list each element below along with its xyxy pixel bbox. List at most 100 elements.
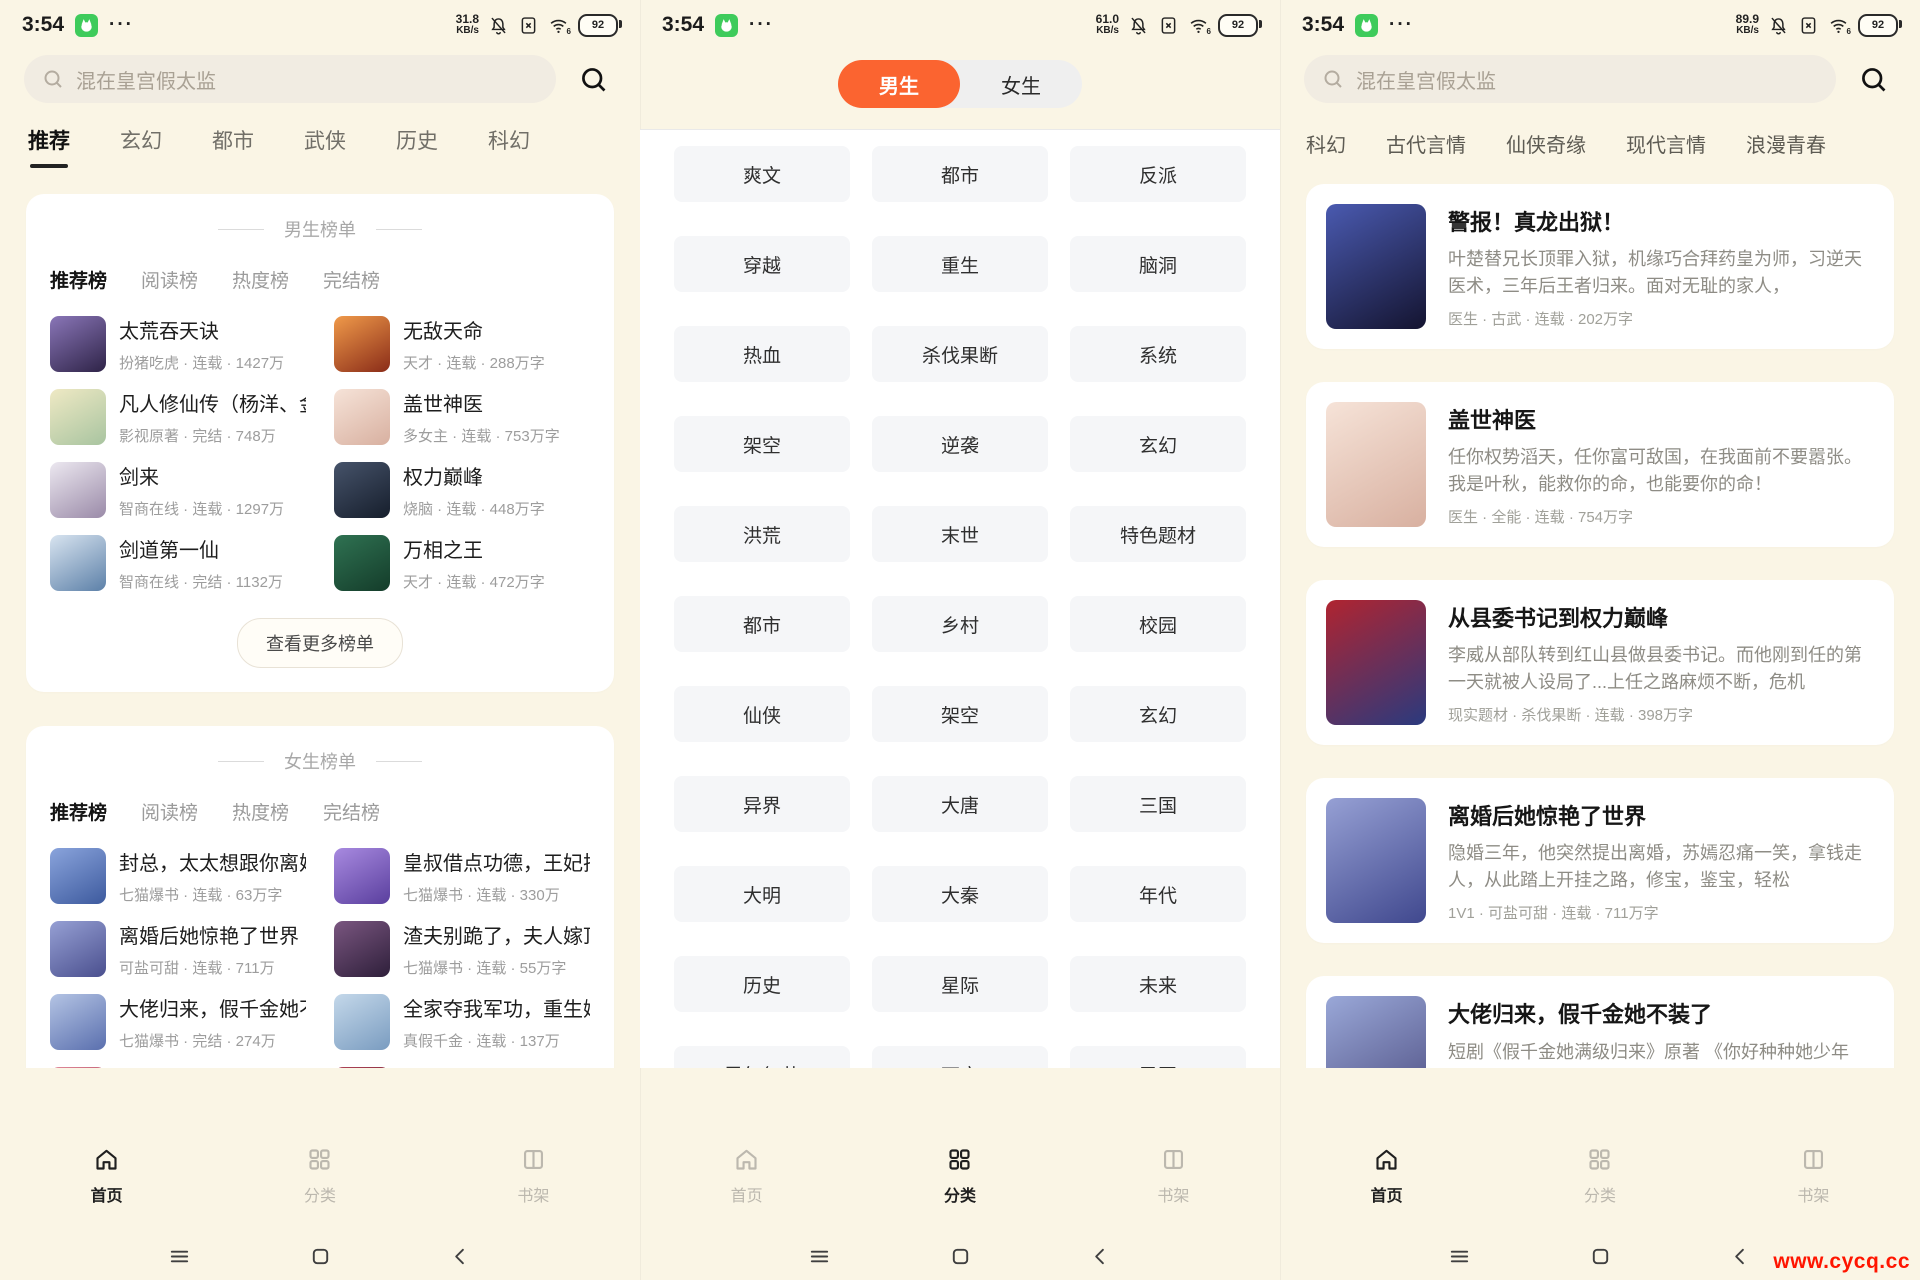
book-list-item[interactable]: 凡人修仙传（杨洋、金 影视原著 · 完结 · 748万 [50,388,306,446]
category-chip[interactable]: 西方 [872,1046,1048,1068]
category-chip[interactable]: 异界 [674,776,850,832]
category-chip[interactable]: 反派 [1070,146,1246,202]
tab-youth-romance[interactable]: 浪漫青春 [1746,129,1826,158]
feed-book-card[interactable]: 大佬归来，假千金她不装了 短剧《假千金她满级归来》原著 《你好种种她少年 [1306,976,1894,1068]
category-chip[interactable]: 末世 [872,506,1048,562]
tab-wuxia[interactable]: 武侠 [304,125,346,168]
rank-tab-finished[interactable]: 完结榜 [323,798,380,825]
book-list-item[interactable]: 封总，太太想跟你离婚 七猫爆书 · 连载 · 63万字 [50,847,306,905]
tab-modern-romance[interactable]: 现代言情 [1626,129,1706,158]
rank-tab-reading[interactable]: 阅读榜 [141,798,198,825]
rank-tab-recommend[interactable]: 推荐榜 [50,266,107,293]
feed-book-card[interactable]: 离婚后她惊艳了世界 隐婚三年，他突然提出离婚，苏嫣忍痛一笑，拿钱走人，从此踏上开… [1306,778,1894,943]
book-list-item[interactable]: 离婚后她惊艳了世界 可盐可甜 · 连载 · 711万 [50,920,306,978]
book-list-item[interactable]: 剑道第一仙 智商在线 · 完结 · 1132万 [50,534,306,592]
tab-scifi[interactable]: 科幻 [488,125,530,168]
category-chip[interactable]: 脑洞 [1070,236,1246,292]
category-chip[interactable]: 穿越 [674,236,850,292]
back-icon[interactable] [1729,1245,1752,1268]
tab-history[interactable]: 历史 [396,125,438,168]
nav-category[interactable]: 分类 [1493,1146,1706,1232]
book-list-item[interactable]: 全家夺我军功，重生嫡 真假千金 · 连载 · 137万 [334,993,590,1051]
rank-tab-hot[interactable]: 热度榜 [232,266,289,293]
recents-menu-icon[interactable] [808,1245,831,1268]
category-chip[interactable]: 特色题材 [1070,506,1246,562]
feed-book-card[interactable]: 从县委书记到权力巅峰 李威从部队转到红山县做县委书记。而他刚到任的第一天就被人设… [1306,580,1894,745]
search-input[interactable]: 混在皇宫假太监 [1304,55,1836,103]
nav-bookshelf[interactable]: 书架 [1067,1146,1280,1232]
tab-fantasy[interactable]: 玄幻 [120,125,162,168]
book-cover [334,848,390,904]
book-meta: 医生 · 古武 · 连载 · 202万字 [1448,311,1634,329]
feed-book-card[interactable]: 警报！真龙出狱！ 叶楚替兄长顶罪入狱，机缘巧合拜药皇为师，习逆天医术，三年后王者… [1306,184,1894,349]
category-chip[interactable]: 爽文 [674,146,850,202]
rank-tab-finished[interactable]: 完结榜 [323,266,380,293]
category-chip[interactable]: 杀伐果断 [872,326,1048,382]
category-chip[interactable]: 大唐 [872,776,1048,832]
home-square-icon[interactable] [949,1245,972,1268]
recents-menu-icon[interactable] [168,1245,191,1268]
back-icon[interactable] [1089,1245,1112,1268]
rank-tab-hot[interactable]: 热度榜 [232,798,289,825]
category-chip[interactable]: 三国 [1070,776,1246,832]
nav-home[interactable]: 首页 [0,1146,213,1232]
category-chip[interactable]: 仙侠 [674,686,850,742]
category-chip[interactable]: 架空 [872,686,1048,742]
home-square-icon[interactable] [309,1245,332,1268]
tab-ancient-romance[interactable]: 古代言情 [1386,129,1466,158]
category-chip[interactable]: 玄幻 [1070,416,1246,472]
tab-xianxia-romance[interactable]: 仙侠奇缘 [1506,129,1586,158]
book-list-item[interactable]: 大佬归来，假千金她不 七猫爆书 · 完结 · 274万 [50,993,306,1051]
category-chip[interactable]: 大秦 [872,866,1048,922]
tab-recommend[interactable]: 推荐 [28,125,70,168]
tab-scifi[interactable]: 科幻 [1306,129,1346,158]
book-list-item[interactable]: 皇叔借点功德，王妃把 七猫爆书 · 连载 · 330万 [334,847,590,905]
search-input[interactable]: 混在皇宫假太监 [24,55,556,103]
home-square-icon[interactable] [1589,1245,1612,1268]
category-chip[interactable]: 玄幻 [1070,686,1246,742]
rank-tab-recommend[interactable]: 推荐榜 [50,798,107,825]
nav-home[interactable]: 首页 [1280,1146,1493,1232]
book-list-item[interactable]: 万相之王 天才 · 连载 · 472万字 [334,534,590,592]
category-chip[interactable]: 架空 [674,416,850,472]
nav-category[interactable]: 分类 [853,1146,1066,1232]
book-list-item[interactable]: 太荒吞天诀 扮猪吃虎 · 连载 · 1427万 [50,315,306,373]
book-list-item[interactable]: 剑来 智商在线 · 连载 · 1297万 [50,461,306,519]
book-list-item[interactable]: 权力巅峰 烧脑 · 连载 · 448万字 [334,461,590,519]
book-list-item[interactable]: 渣夫别跪了，夫人嫁顶 七猫爆书 · 连载 · 55万字 [334,920,590,978]
category-chip[interactable]: 热血 [674,326,850,382]
nav-home[interactable]: 首页 [640,1146,853,1232]
book-list-item[interactable]: 盖世神医 多女主 · 连载 · 753万字 [334,388,590,446]
category-chip[interactable]: 都市 [872,146,1048,202]
tab-urban[interactable]: 都市 [212,125,254,168]
nav-bookshelf[interactable]: 书架 [427,1146,640,1232]
nav-bookshelf[interactable]: 书架 [1707,1146,1920,1232]
book-list-item[interactable]: 一胎又一胎，说好的禁扮猪吃虎 · 连载 · 86万字 [334,1066,590,1068]
category-chip[interactable]: 未来 [1070,956,1246,1012]
category-chip[interactable]: 大明 [674,866,850,922]
category-chip[interactable]: 逆袭 [872,416,1048,472]
toggle-female[interactable]: 女生 [960,60,1082,108]
search-button[interactable] [570,56,616,102]
recents-menu-icon[interactable] [1448,1245,1471,1268]
category-chip[interactable]: 年代 [1070,866,1246,922]
toggle-male[interactable]: 男生 [838,60,960,108]
category-chip[interactable]: 民国 [1070,1046,1246,1068]
rank-tab-reading[interactable]: 阅读榜 [141,266,198,293]
category-chip[interactable]: 乡村 [872,596,1048,652]
search-button[interactable] [1850,56,1896,102]
nav-category[interactable]: 分类 [213,1146,426,1232]
category-chip[interactable]: 系统 [1070,326,1246,382]
category-chip[interactable]: 校园 [1070,596,1246,652]
book-list-item[interactable]: 为奴三年后，整个侯府七猫爆书 · 连载 · 192万 [50,1066,306,1068]
category-chip[interactable]: 星际 [872,956,1048,1012]
category-chip[interactable]: 重生 [872,236,1048,292]
category-chip[interactable]: 灵气复苏 [674,1046,850,1068]
category-chip[interactable]: 历史 [674,956,850,1012]
book-list-item[interactable]: 无敌天命 天才 · 连载 · 288万字 [334,315,590,373]
view-more-ranks-button[interactable]: 查看更多榜单 [237,618,403,668]
category-chip[interactable]: 都市 [674,596,850,652]
category-chip[interactable]: 洪荒 [674,506,850,562]
back-icon[interactable] [449,1245,472,1268]
feed-book-card[interactable]: 盖世神医 任你权势滔天，任你富可敌国，在我面前不要嚣张。我是叶秋，能救你的命，也… [1306,382,1894,547]
